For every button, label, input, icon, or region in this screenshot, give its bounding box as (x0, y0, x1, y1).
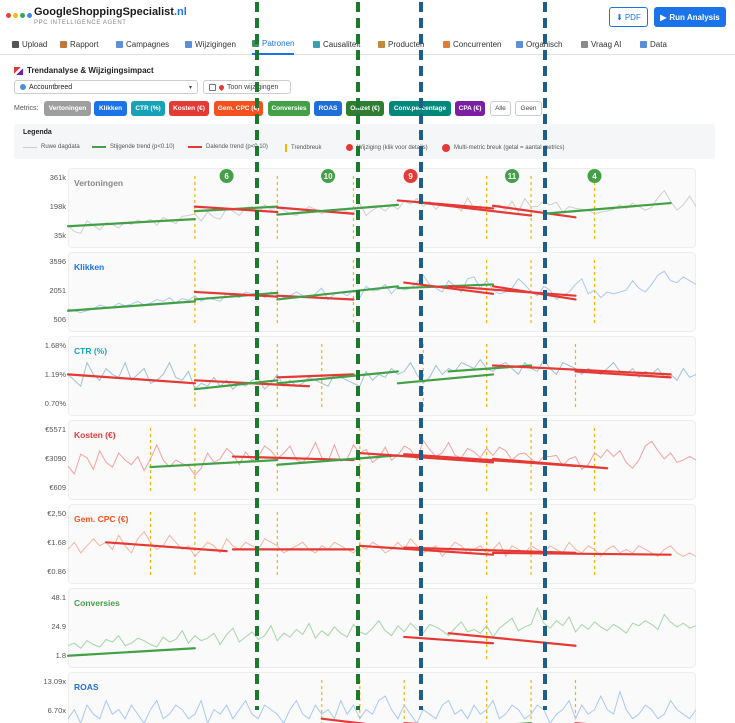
reference-markers (255, 2, 547, 710)
